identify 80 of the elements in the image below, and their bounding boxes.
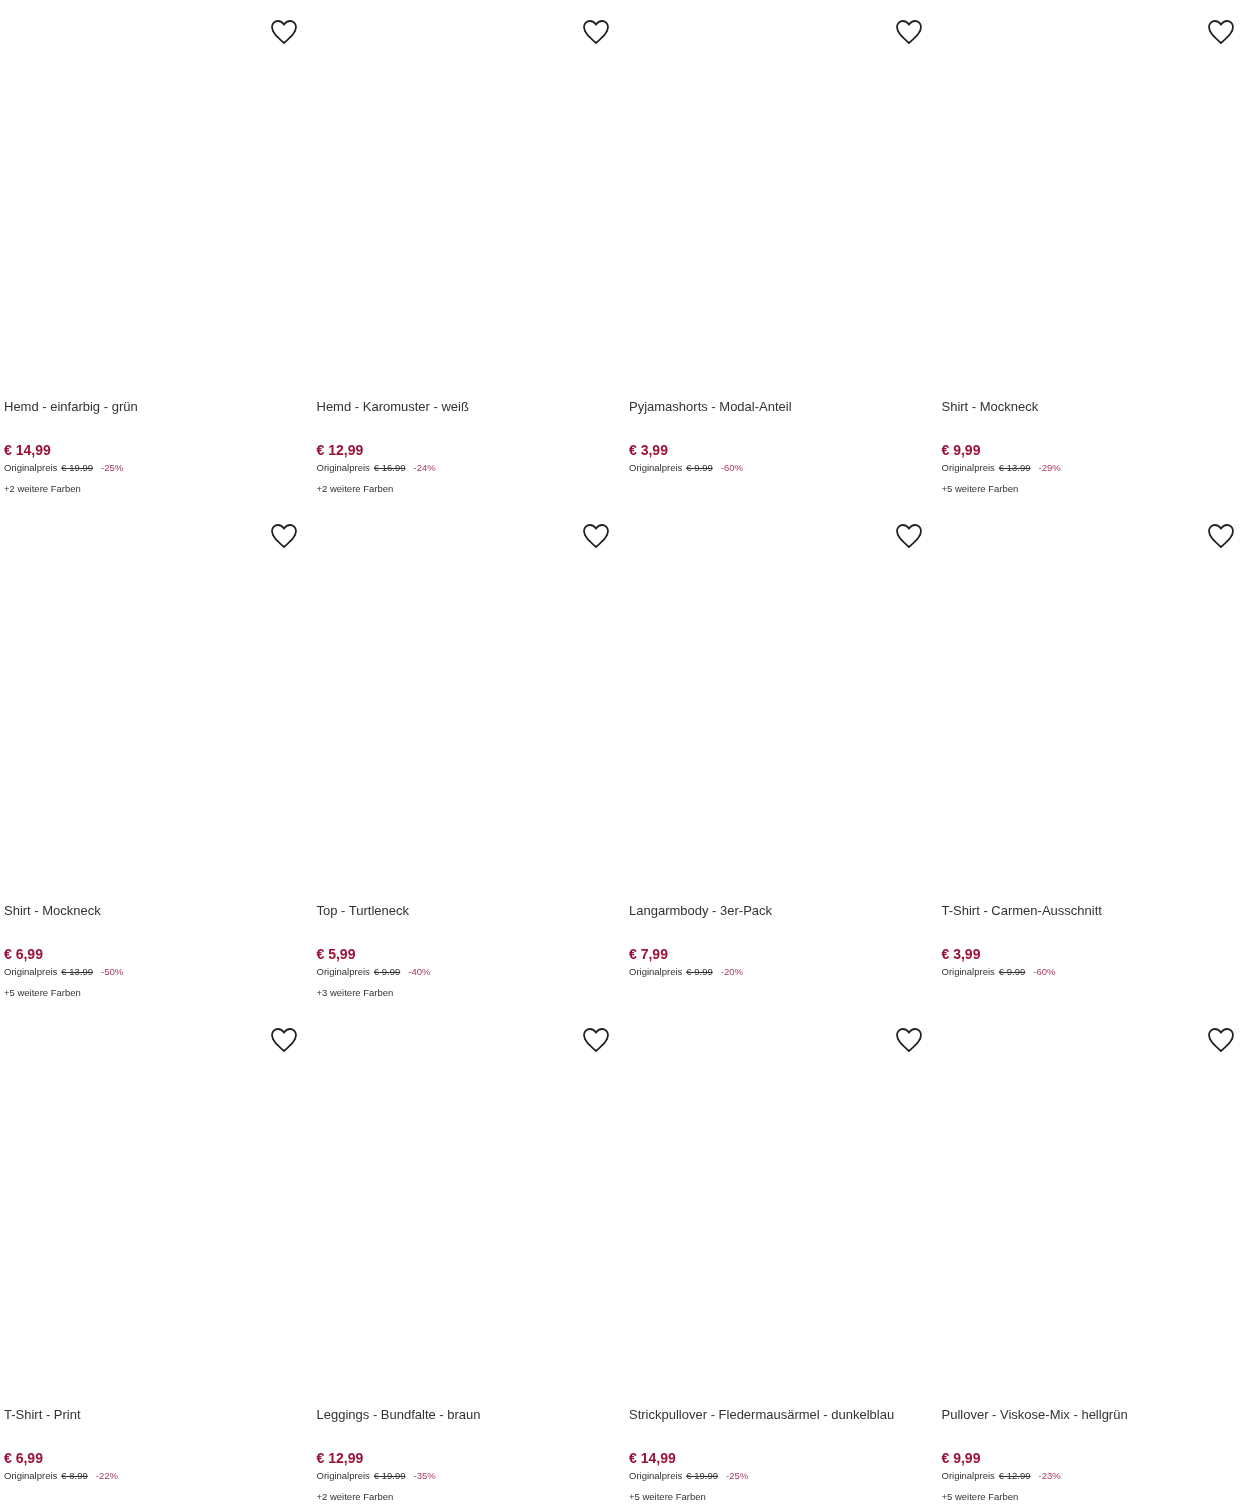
original-price-label: Originalpreis — [4, 965, 58, 979]
discount-percent: -24% — [413, 461, 436, 475]
original-price-label: Originalpreis — [941, 1469, 995, 1483]
discount-percent: -22% — [95, 1469, 118, 1483]
original-price: € 8.99 — [61, 1469, 88, 1483]
more-colors-link[interactable]: +5 weitere Farben — [629, 1490, 938, 1504]
original-price-label: Originalpreis — [4, 461, 58, 475]
heart-icon[interactable] — [1207, 1027, 1235, 1053]
more-colors-link[interactable]: +2 weitere Farben — [316, 1490, 625, 1504]
original-price: € 16.99 — [373, 461, 406, 475]
discount-percent: -40% — [408, 965, 431, 979]
original-price: € 19.99 — [61, 461, 94, 475]
sale-price: € 3,99 — [629, 441, 669, 459]
original-price: € 9.99 — [686, 965, 713, 979]
discount-percent: -25% — [726, 1469, 749, 1483]
heart-icon[interactable] — [894, 1027, 923, 1053]
product-title[interactable]: Shirt - Mockneck — [941, 398, 1250, 416]
discount-percent: -29% — [1038, 461, 1061, 475]
original-price: € 9.99 — [686, 461, 713, 475]
original-price: € 13.99 — [998, 461, 1031, 475]
heart-icon[interactable] — [1207, 19, 1235, 45]
original-price: € 9.99 — [373, 965, 401, 979]
original-price: € 19.99 — [686, 1469, 719, 1483]
heart-icon[interactable] — [582, 19, 610, 45]
original-price: € 12.99 — [998, 1469, 1031, 1483]
more-colors-link[interactable]: +2 weitere Farben — [316, 482, 625, 496]
original-price-label: Originalpreis — [316, 965, 370, 979]
original-price-label: Originalpreis — [316, 1469, 370, 1483]
original-price-label: Originalpreis — [629, 461, 683, 475]
product-title[interactable]: Leggings - Bundfalte - braun — [316, 1406, 625, 1424]
sale-price: € 6,99 — [4, 1449, 44, 1467]
original-price: € 13.99 — [61, 965, 94, 979]
product-title[interactable]: T-Shirt - Carmen-Ausschnitt — [941, 902, 1250, 920]
original-price-label: Originalpreis — [4, 1469, 58, 1483]
product-title[interactable]: Hemd - Karomuster - weiß — [316, 398, 625, 416]
product-title[interactable]: Top - Turtleneck — [316, 902, 625, 920]
original-price-label: Originalpreis — [629, 965, 683, 979]
heart-icon[interactable] — [269, 523, 298, 549]
more-colors-link[interactable]: +5 weitere Farben — [4, 986, 313, 1000]
product-title[interactable]: Hemd - einfarbig - grün — [4, 398, 313, 416]
product-title[interactable]: Langarmbody - 3er-Pack — [629, 902, 938, 920]
heart-icon[interactable] — [582, 523, 610, 549]
heart-icon[interactable] — [894, 523, 923, 549]
original-price-label: Originalpreis — [316, 461, 370, 475]
original-price-label: Originalpreis — [941, 965, 995, 979]
original-price: € 9.99 — [998, 965, 1026, 979]
sale-price: € 9,99 — [941, 1449, 982, 1467]
discount-percent: -50% — [101, 965, 124, 979]
product-title[interactable]: Shirt - Mockneck — [4, 902, 313, 920]
discount-percent: -23% — [1038, 1469, 1061, 1483]
product-title[interactable]: Pullover - Viskose-Mix - hellgrün — [941, 1406, 1250, 1424]
sale-price: € 3,99 — [941, 945, 982, 963]
sale-price: € 12,99 — [316, 1449, 365, 1467]
discount-percent: -25% — [101, 461, 124, 475]
sale-price: € 7,99 — [629, 945, 669, 963]
product-title[interactable]: Pyjamashorts - Modal-Anteil — [629, 398, 938, 416]
sale-price: € 5,99 — [316, 945, 357, 963]
more-colors-link[interactable]: +2 weitere Farben — [4, 482, 313, 496]
heart-icon[interactable] — [1207, 523, 1235, 549]
heart-icon[interactable] — [269, 19, 298, 45]
sale-price: € 14,99 — [4, 441, 52, 459]
original-price-label: Originalpreis — [941, 461, 995, 475]
discount-percent: -35% — [413, 1469, 436, 1483]
sale-price: € 6,99 — [4, 945, 44, 963]
heart-icon[interactable] — [582, 1027, 610, 1053]
discount-percent: -60% — [720, 461, 743, 475]
sale-price: € 9,99 — [941, 441, 982, 459]
product-title[interactable]: Strickpullover - Fledermausärmel - dunkelblau — [629, 1406, 938, 1424]
heart-icon[interactable] — [269, 1027, 298, 1053]
sale-price: € 14,99 — [629, 1449, 677, 1467]
original-price-label: Originalpreis — [629, 1469, 683, 1483]
original-price: € 19.99 — [373, 1469, 406, 1483]
more-colors-link[interactable]: +5 weitere Farben — [941, 482, 1250, 496]
more-colors-link[interactable]: +3 weitere Farben — [316, 986, 625, 1000]
heart-icon[interactable] — [894, 19, 923, 45]
product-title[interactable]: T-Shirt - Print — [4, 1406, 313, 1424]
sale-price: € 12,99 — [316, 441, 365, 459]
more-colors-link[interactable]: +5 weitere Farben — [941, 1490, 1250, 1504]
discount-percent: -60% — [1033, 965, 1056, 979]
discount-percent: -20% — [720, 965, 743, 979]
